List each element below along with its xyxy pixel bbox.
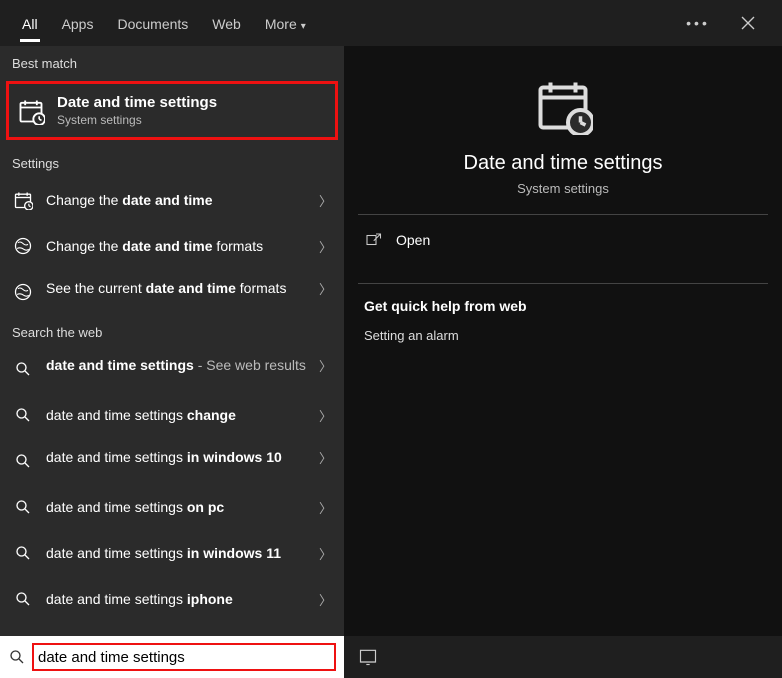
top-tab-bar: All Apps Documents Web More ▾ ••• <box>0 0 782 46</box>
result-text: Change the date and time formats <box>46 237 319 256</box>
search-field-highlight <box>32 643 336 671</box>
chevron-right-icon: 〉 <box>319 191 332 210</box>
bottom-right-strip <box>344 636 782 678</box>
result-text: date and time settings iphone <box>46 590 319 609</box>
search-bar <box>0 636 782 678</box>
region-icon <box>12 235 34 257</box>
chevron-right-icon: 〉 <box>319 356 332 375</box>
best-match-title: Date and time settings <box>57 94 217 111</box>
close-icon <box>741 16 755 30</box>
tab-more-label: More <box>265 16 297 32</box>
search-icon <box>12 404 34 426</box>
result-text: date and time settings in windows 11 <box>46 544 319 563</box>
chevron-right-icon: 〉 <box>319 590 332 609</box>
open-external-icon <box>364 231 382 249</box>
quick-help-title: Get quick help from web <box>364 298 762 314</box>
tab-apps[interactable]: Apps <box>50 4 106 42</box>
chevron-right-icon: 〉 <box>319 498 332 517</box>
search-icon <box>12 542 34 564</box>
search-icon <box>12 496 34 518</box>
search-icon <box>12 588 34 610</box>
open-label: Open <box>396 232 430 248</box>
web-result[interactable]: date and time settings in windows 10 〉 <box>0 438 344 484</box>
preview-subtitle: System settings <box>358 181 768 196</box>
settings-result[interactable]: Change the date and time formats 〉 <box>0 223 344 269</box>
chevron-right-icon: 〉 <box>319 448 332 467</box>
open-action[interactable]: Open <box>358 215 768 265</box>
ellipsis-icon: ••• <box>686 15 710 31</box>
result-text: date and time settings - See web results <box>46 356 319 375</box>
search-box[interactable] <box>0 636 344 678</box>
section-settings: Settings <box>0 146 344 177</box>
settings-result[interactable]: Change the date and time 〉 <box>0 177 344 223</box>
preview-panel: Date and time settings System settings O… <box>344 46 782 636</box>
chevron-down-icon: ▾ <box>301 21 306 32</box>
result-text: date and time settings in windows 10 <box>46 448 319 467</box>
panel-toggle-icon[interactable] <box>358 647 378 667</box>
result-text: date and time settings change <box>46 406 319 425</box>
chevron-right-icon: 〉 <box>319 406 332 425</box>
search-scope-tabs: All Apps Documents Web More ▾ <box>10 4 318 42</box>
section-search-web: Search the web <box>0 315 344 346</box>
results-panel: Best match Date and time settings System… <box>0 46 344 636</box>
chevron-right-icon: 〉 <box>319 237 332 256</box>
best-match-subtitle: System settings <box>57 113 217 127</box>
web-result[interactable]: date and time settings - See web results… <box>0 346 344 392</box>
web-result[interactable]: date and time settings change 〉 <box>0 392 344 438</box>
chevron-right-icon: 〉 <box>319 279 332 298</box>
web-result[interactable]: date and time settings in windows 11 〉 <box>0 530 344 576</box>
close-button[interactable] <box>732 7 764 39</box>
tab-web[interactable]: Web <box>200 4 253 42</box>
preview-title: Date and time settings <box>358 152 768 175</box>
calendar-clock-icon <box>532 74 594 136</box>
search-icon <box>12 358 34 380</box>
result-text: date and time settings on pc <box>46 498 319 517</box>
tab-all[interactable]: All <box>10 4 50 42</box>
web-result[interactable]: date and time settings on pc 〉 <box>0 484 344 530</box>
section-best-match: Best match <box>0 46 344 77</box>
chevron-right-icon: 〉 <box>319 544 332 563</box>
settings-result[interactable]: See the current date and time formats 〉 <box>0 269 344 315</box>
more-options-button[interactable]: ••• <box>682 7 714 39</box>
calendar-clock-icon <box>12 189 34 211</box>
result-text: See the current date and time formats <box>46 279 319 298</box>
search-icon <box>12 450 34 472</box>
tab-documents[interactable]: Documents <box>105 4 200 42</box>
best-match-result[interactable]: Date and time settings System settings <box>6 81 338 140</box>
search-icon <box>8 648 26 666</box>
search-input[interactable] <box>38 649 330 666</box>
web-result[interactable]: date and time settings iphone 〉 <box>0 576 344 622</box>
result-text: Change the date and time <box>46 191 319 210</box>
quick-help-link[interactable]: Setting an alarm <box>364 328 762 343</box>
region-icon <box>12 281 34 303</box>
calendar-clock-icon <box>17 97 45 125</box>
web-result[interactable]: date and time settings greyed out 〉 <box>0 622 344 636</box>
tab-more[interactable]: More ▾ <box>253 4 318 42</box>
